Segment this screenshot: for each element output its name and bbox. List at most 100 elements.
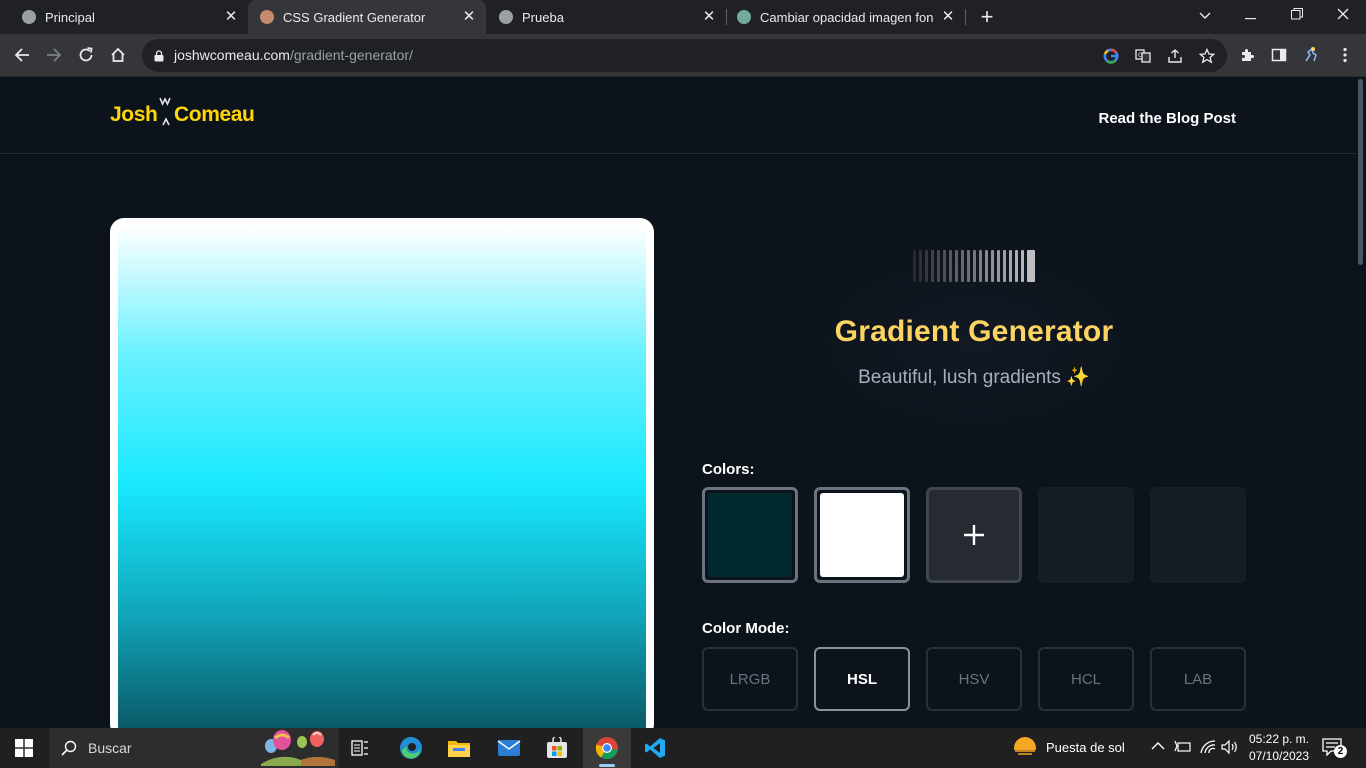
close-tab-icon[interactable]: ✕ bbox=[462, 9, 476, 24]
hero-bar bbox=[979, 250, 982, 282]
site-header: Josh Comeau Read the Blog Post bbox=[0, 77, 1356, 154]
plus-icon bbox=[964, 525, 984, 545]
tab-title: Cambiar opacidad imagen fondo bbox=[760, 9, 934, 25]
bookmark-star-icon[interactable] bbox=[1198, 47, 1216, 65]
color-mode-hsl[interactable]: HSL bbox=[814, 647, 910, 711]
taskbar-vscode[interactable] bbox=[631, 728, 679, 768]
hero-bar bbox=[925, 250, 928, 282]
extensions-icon[interactable] bbox=[1238, 46, 1256, 64]
taskbar-mail[interactable] bbox=[485, 728, 533, 768]
lock-icon[interactable] bbox=[154, 49, 164, 67]
gradient-preview bbox=[110, 218, 654, 728]
color-mode-lrgb[interactable]: LRGB bbox=[702, 647, 798, 711]
logo-first-name: Josh bbox=[110, 103, 158, 126]
notification-count-badge: 2 bbox=[1334, 745, 1347, 758]
hero: Gradient Generator Beautiful, lush gradi… bbox=[702, 227, 1246, 457]
taskbar-search-box[interactable]: Buscar bbox=[49, 728, 339, 768]
svg-text:G: G bbox=[1138, 52, 1143, 59]
forward-icon[interactable] bbox=[42, 43, 66, 67]
taskbar-file-explorer[interactable] bbox=[435, 728, 483, 768]
browser-tab-bar: Principal ✕ CSS Gradient Generator ✕ Pru… bbox=[0, 0, 1366, 34]
hero-bar bbox=[931, 250, 934, 282]
taskbar-edge[interactable] bbox=[387, 728, 435, 768]
scrollbar-thumb[interactable] bbox=[1358, 79, 1363, 265]
store-icon bbox=[547, 737, 567, 758]
color-mode-hcl[interactable]: HCL bbox=[1038, 647, 1134, 711]
hero-bar bbox=[997, 250, 1000, 282]
page-scrollbar[interactable] bbox=[1356, 77, 1366, 728]
wifi-icon[interactable] bbox=[1199, 740, 1217, 754]
share-icon[interactable] bbox=[1166, 47, 1184, 65]
hero-bars-decoration bbox=[913, 250, 1038, 282]
tab-title: Principal bbox=[45, 9, 95, 25]
url-path: /gradient-generator/ bbox=[289, 47, 413, 63]
color-mode-hsv[interactable]: HSV bbox=[926, 647, 1022, 711]
logo-last-name: Comeau bbox=[174, 103, 255, 126]
tab-search-icon[interactable] bbox=[1195, 4, 1215, 26]
tab-cambiar-opacidad[interactable]: Cambiar opacidad imagen fondo ✕ bbox=[727, 0, 965, 34]
notification-center-button[interactable]: 2 bbox=[1322, 738, 1347, 758]
reload-icon[interactable] bbox=[74, 43, 98, 67]
weather-label[interactable]: Puesta de sol bbox=[1046, 740, 1125, 755]
hero-bar bbox=[961, 250, 964, 282]
task-view-icon bbox=[351, 740, 368, 756]
windows-taskbar: Buscar Puesta de sol 05:22 p. m. 07/10/2… bbox=[0, 728, 1366, 768]
clock-date: 07/10/2023 bbox=[1248, 749, 1310, 763]
tab-css-gradient-generator[interactable]: CSS Gradient Generator ✕ bbox=[248, 0, 486, 34]
close-tab-icon[interactable]: ✕ bbox=[941, 9, 955, 24]
empty-color-slot bbox=[1038, 487, 1134, 583]
home-icon[interactable] bbox=[106, 43, 130, 67]
taskbar-chrome[interactable] bbox=[583, 728, 631, 768]
hero-bar bbox=[919, 250, 922, 282]
profile-avatar-icon[interactable] bbox=[1302, 46, 1320, 64]
page-content: Josh Comeau Read the Blog Post Gradient … bbox=[0, 77, 1366, 728]
color-mode-label: Color Mode: bbox=[702, 620, 790, 637]
taskbar-search-placeholder: Buscar bbox=[88, 740, 132, 756]
folder-icon bbox=[448, 741, 470, 757]
chatgpt-icon bbox=[737, 10, 751, 24]
volume-icon[interactable] bbox=[1221, 740, 1239, 754]
new-tab-button[interactable]: + bbox=[978, 6, 996, 28]
tab-separator bbox=[965, 9, 966, 25]
address-bar[interactable]: joshwcomeau.com/gradient-generator/ G bbox=[142, 39, 1227, 72]
color-swatch-1[interactable] bbox=[702, 487, 798, 583]
read-blog-post-link[interactable]: Read the Blog Post bbox=[1098, 110, 1236, 127]
add-color-button[interactable] bbox=[926, 487, 1022, 583]
taskbar-clock[interactable]: 05:22 p. m. 07/10/2023 bbox=[1243, 731, 1315, 765]
menu-kebab-icon[interactable] bbox=[1336, 46, 1354, 64]
close-tab-icon[interactable]: ✕ bbox=[224, 9, 238, 24]
restore-icon[interactable] bbox=[1287, 4, 1307, 26]
chevron-up-icon[interactable] bbox=[1151, 741, 1165, 751]
hero-bar bbox=[985, 250, 988, 282]
edge-icon bbox=[400, 737, 422, 759]
minimize-icon[interactable] bbox=[1241, 4, 1261, 26]
search-icon bbox=[61, 740, 77, 756]
tab-prueba[interactable]: Prueba ✕ bbox=[486, 0, 726, 34]
start-button[interactable] bbox=[0, 728, 48, 768]
taskbar-store[interactable] bbox=[533, 728, 581, 768]
color-swatch-fill bbox=[820, 493, 904, 577]
color-swatch-2[interactable] bbox=[814, 487, 910, 583]
color-mode-lab[interactable]: LAB bbox=[1150, 647, 1246, 711]
tab-principal[interactable]: Principal ✕ bbox=[0, 0, 248, 34]
hero-bar bbox=[943, 250, 946, 282]
close-window-icon[interactable] bbox=[1333, 4, 1353, 26]
globe-icon bbox=[499, 10, 513, 24]
page-subtitle: Beautiful, lush gradients ✨ bbox=[858, 367, 1090, 388]
clock-time: 05:22 p. m. bbox=[1248, 732, 1310, 746]
globe-icon bbox=[22, 10, 36, 24]
translate-icon[interactable]: G bbox=[1134, 47, 1152, 65]
color-swatch-fill bbox=[708, 493, 792, 577]
url-domain: joshwcomeau.com bbox=[174, 47, 290, 63]
task-view-button[interactable] bbox=[336, 728, 384, 768]
hero-bar bbox=[955, 250, 958, 282]
side-panel-icon[interactable] bbox=[1270, 46, 1288, 64]
back-icon[interactable] bbox=[10, 43, 34, 67]
hero-bar bbox=[1015, 250, 1018, 282]
hero-bar bbox=[1009, 250, 1012, 282]
close-tab-icon[interactable]: ✕ bbox=[702, 9, 716, 24]
url-text: joshwcomeau.com/gradient-generator/ bbox=[174, 47, 413, 63]
hero-bar bbox=[1021, 250, 1024, 282]
battery-plug-icon[interactable] bbox=[1174, 740, 1192, 754]
google-lens-icon[interactable] bbox=[1102, 47, 1120, 65]
